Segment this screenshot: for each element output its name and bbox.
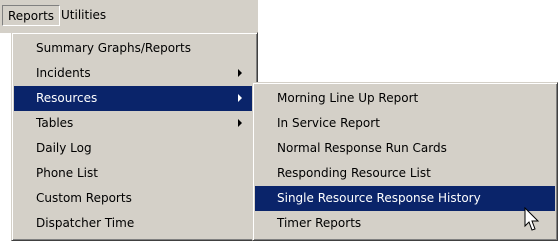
submenu-item-label: Morning Line Up Report [277, 91, 419, 105]
submenu-item-normal-response-run-cards[interactable]: Normal Response Run Cards [255, 136, 555, 161]
submenu-arrow-icon [238, 119, 242, 127]
submenu-item-in-service-report[interactable]: In Service Report [255, 111, 555, 136]
menu-reports-label: Reports [8, 9, 55, 23]
menu-item-label: Summary Graphs/Reports [36, 41, 191, 55]
submenu-arrow-icon [238, 69, 242, 77]
resources-submenu: Morning Line Up Report In Service Report… [252, 82, 558, 241]
menu-item-daily-log[interactable]: Daily Log [14, 136, 255, 161]
menu-item-label: Daily Log [36, 141, 92, 155]
submenu-arrow-icon [238, 94, 242, 102]
submenu-item-label: Responding Resource List [277, 166, 431, 180]
submenu-item-label: Normal Response Run Cards [277, 141, 447, 155]
menu-item-dispatcher-time[interactable]: Dispatcher Time [14, 211, 255, 236]
submenu-item-single-resource-response-history[interactable]: Single Resource Response History [255, 186, 555, 211]
menu-item-phone-list[interactable]: Phone List [14, 161, 255, 186]
menu-item-incidents[interactable]: Incidents [14, 61, 255, 86]
submenu-item-label: Single Resource Response History [277, 191, 481, 205]
submenu-item-label: Timer Reports [277, 216, 362, 230]
menu-item-tables[interactable]: Tables [14, 111, 255, 136]
mouse-pointer-icon [524, 207, 540, 231]
menu-item-label: Phone List [36, 166, 98, 180]
menu-item-label: Incidents [36, 66, 91, 80]
menu-item-label: Tables [36, 116, 74, 130]
submenu-item-label: In Service Report [277, 116, 380, 130]
menu-item-label: Custom Reports [36, 191, 132, 205]
submenu-item-timer-reports[interactable]: Timer Reports [255, 211, 555, 236]
menu-item-label: Dispatcher Time [36, 216, 135, 230]
submenu-item-morning-line-up-report[interactable]: Morning Line Up Report [255, 86, 555, 111]
reports-menu: Summary Graphs/Reports Incidents Resourc… [11, 32, 258, 241]
menu-utilities[interactable]: Utilities [56, 5, 111, 26]
menu-bar: Reports Utilities [0, 0, 258, 33]
menu-item-summary-graphs-reports[interactable]: Summary Graphs/Reports [14, 36, 255, 61]
menu-utilities-label: Utilities [61, 8, 107, 22]
menu-reports[interactable]: Reports [2, 5, 61, 26]
menu-item-custom-reports[interactable]: Custom Reports [14, 186, 255, 211]
menu-item-label: Resources [36, 91, 98, 105]
menu-item-resources[interactable]: Resources [14, 86, 255, 111]
submenu-item-responding-resource-list[interactable]: Responding Resource List [255, 161, 555, 186]
